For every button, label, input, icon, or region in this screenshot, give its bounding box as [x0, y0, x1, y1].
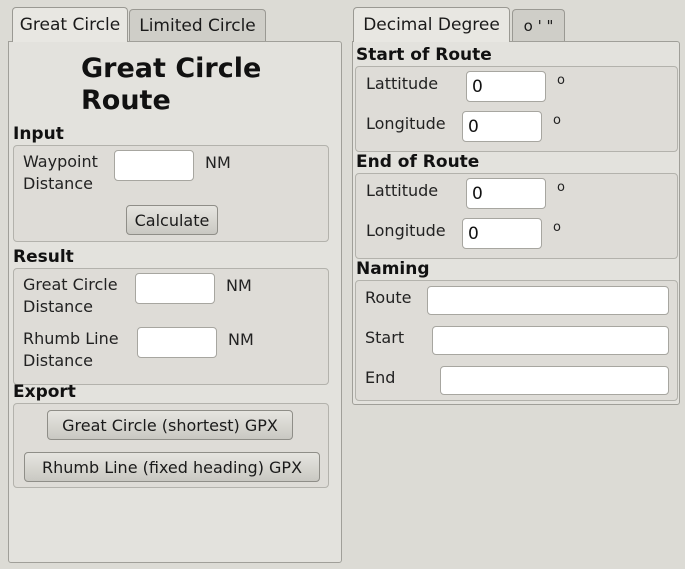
result-group: Great Circle Distance NM Rhumb Line Dist… [13, 268, 329, 385]
rhumb-line-distance-label-line2: Distance [23, 351, 93, 370]
waypoint-distance-input[interactable] [114, 150, 194, 181]
page-title-line2: Route [81, 85, 171, 116]
naming-group: Route Start End [355, 280, 678, 401]
end-route-section-title: End of Route [356, 152, 480, 172]
end-name-input[interactable] [440, 366, 669, 395]
rhumb-line-distance-label-line1: Rhumb Line [23, 329, 119, 348]
rhumb-line-distance-output[interactable] [137, 327, 217, 358]
coordinates-pane: Start of Route Lattitude o Longitude o E… [352, 41, 680, 405]
tab-great-circle[interactable]: Great Circle [12, 7, 128, 42]
great-circle-distance-unit: NM [226, 276, 252, 295]
start-name-input[interactable] [432, 326, 669, 355]
start-latitude-label: Lattitude [366, 74, 439, 93]
route-name-label: Route [365, 288, 412, 307]
great-circle-distance-label-line1: Great Circle [23, 275, 118, 294]
start-longitude-degree-symbol: o [553, 113, 561, 128]
tab-decimal-degree[interactable]: Decimal Degree [353, 7, 510, 42]
export-rhumb-line-gpx-button[interactable]: Rhumb Line (fixed heading) GPX [24, 452, 320, 482]
input-section-title: Input [13, 124, 64, 144]
calculate-button[interactable]: Calculate [126, 205, 218, 235]
page-title-line1: Great Circle [81, 53, 262, 84]
route-name-input[interactable] [427, 286, 669, 315]
rhumb-line-distance-unit: NM [228, 330, 254, 349]
end-longitude-label: Longitude [366, 221, 446, 240]
great-circle-pane: Great Circle Route Input Waypoint Distan… [8, 41, 342, 563]
result-section-title: Result [13, 247, 74, 267]
waypoint-distance-label-line2: Distance [23, 174, 93, 193]
start-name-label: Start [365, 328, 405, 347]
great-circle-distance-label-line2: Distance [23, 297, 93, 316]
export-group: Great Circle (shortest) GPX Rhumb Line (… [13, 403, 329, 488]
waypoint-distance-unit: NM [205, 153, 231, 172]
start-longitude-input[interactable] [462, 111, 542, 142]
end-route-group: Lattitude o Longitude o [355, 173, 678, 259]
export-section-title: Export [13, 382, 76, 402]
export-great-circle-gpx-button[interactable]: Great Circle (shortest) GPX [47, 410, 293, 440]
great-circle-distance-output[interactable] [135, 273, 215, 304]
tab-limited-circle[interactable]: Limited Circle [129, 9, 266, 41]
end-longitude-degree-symbol: o [553, 220, 561, 235]
start-longitude-label: Longitude [366, 114, 446, 133]
end-longitude-input[interactable] [462, 218, 542, 249]
start-route-section-title: Start of Route [356, 45, 492, 65]
input-group: Waypoint Distance NM Calculate [13, 145, 329, 242]
start-latitude-input[interactable] [466, 71, 546, 102]
end-latitude-degree-symbol: o [557, 180, 565, 195]
start-latitude-degree-symbol: o [557, 73, 565, 88]
end-name-label: End [365, 368, 396, 387]
tab-degree-minute-second[interactable]: o ' " [512, 9, 565, 41]
start-route-group: Lattitude o Longitude o [355, 66, 678, 152]
end-latitude-input[interactable] [466, 178, 546, 209]
waypoint-distance-label-line1: Waypoint [23, 152, 98, 171]
end-latitude-label: Lattitude [366, 181, 439, 200]
naming-section-title: Naming [356, 259, 430, 279]
